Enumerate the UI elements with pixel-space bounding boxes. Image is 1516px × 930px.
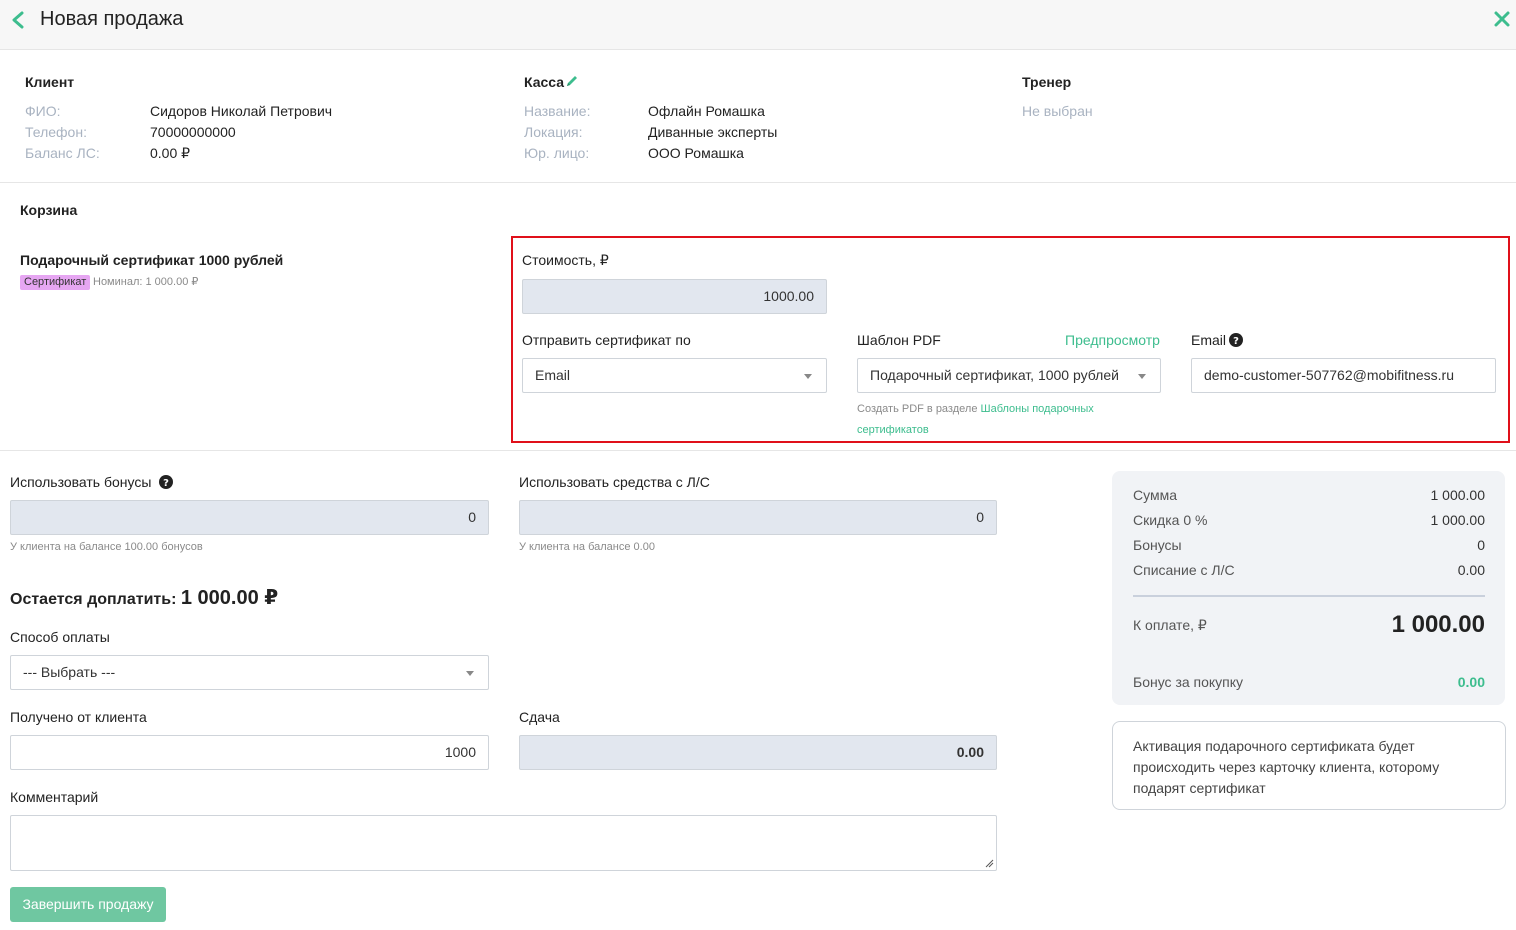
summary-discount-label: Скидка 0 % — [1133, 512, 1208, 528]
trainer-value: Не выбран — [1022, 103, 1093, 119]
remaining-label: Остается доплатить: — [10, 591, 177, 608]
page-header: Новая продажа — [0, 0, 1516, 50]
kassa-name-value: Офлайн Ромашка — [648, 103, 765, 119]
client-balance-label: Баланс ЛС: — [25, 145, 100, 161]
use-account-input[interactable]: 0 — [519, 500, 997, 535]
purchase-bonus-value: 0.00 — [1457, 674, 1485, 690]
email-input[interactable]: demo-customer-507762@mobifitness.ru — [1191, 358, 1496, 393]
pdf-template-select[interactable]: Подарочный сертификат, 1000 рублей — [857, 358, 1161, 393]
summary-total-value: 1 000.00 — [1391, 611, 1485, 638]
svg-text:?: ? — [163, 478, 169, 489]
pdf-template-value: Подарочный сертификат, 1000 рублей — [870, 367, 1119, 383]
kassa-location-label: Локация: — [524, 124, 583, 140]
payment-method-value: --- Выбрать --- — [23, 664, 116, 680]
pencil-icon[interactable] — [565, 74, 579, 88]
send-method-select[interactable]: Email — [522, 358, 827, 393]
divider — [0, 450, 1516, 451]
send-method-value: Email — [535, 367, 571, 383]
use-account-label: Использовать средства с Л/С — [519, 474, 710, 490]
comment-label: Комментарий — [10, 789, 99, 805]
summary-sum-value: 1 000.00 — [1430, 487, 1486, 503]
back-arrow-icon[interactable] — [10, 10, 26, 30]
kassa-section-title: Касса — [524, 74, 565, 90]
use-bonus-input[interactable]: 0 — [10, 500, 489, 535]
client-section-title: Клиент — [25, 74, 75, 90]
pdf-template-hint: Создать PDF в разделе Шаблоны подарочных… — [857, 399, 1094, 441]
client-fio-label: ФИО: — [25, 103, 61, 119]
kassa-name-label: Название: — [524, 103, 591, 119]
cost-input[interactable]: 1000.00 — [522, 279, 827, 314]
summary-bonus-value: 0 — [1477, 537, 1485, 553]
change-label: Сдача — [519, 709, 560, 725]
kassa-entity-label: Юр. лицо: — [524, 145, 590, 161]
comment-textarea[interactable] — [10, 815, 997, 871]
chevron-down-icon — [804, 374, 812, 379]
kassa-entity-value: ООО Ромашка — [648, 145, 744, 161]
pdf-hint-text: Создать PDF в разделе — [857, 403, 978, 415]
summary-divider — [1133, 595, 1485, 597]
certificate-templates-link[interactable]: Шаблоны подарочных — [981, 403, 1094, 415]
payment-method-select[interactable]: --- Выбрать --- — [10, 655, 489, 690]
account-balance-hint: У клиента на балансе 0.00 — [519, 541, 655, 553]
cart-item-name: Подарочный сертификат 1000 рублей — [20, 252, 284, 268]
chevron-down-icon — [1138, 374, 1146, 379]
received-input[interactable]: 1000 — [10, 735, 489, 770]
send-method-label: Отправить сертификат по — [522, 332, 691, 348]
summary-writeoff-value: 0.00 — [1457, 562, 1485, 578]
remaining-amount: 1 000.00 ₽ — [180, 587, 279, 609]
summary-card: Сумма 1 000.00 Скидка 0 % 1 000.00 Бонус… — [1112, 471, 1505, 705]
cost-label: Стоимость, ₽ — [522, 252, 609, 268]
bonus-balance-hint: У клиента на балансе 100.00 бонусов — [10, 541, 203, 553]
pdf-template-label: Шаблон PDF — [857, 332, 941, 348]
page-title: Новая продажа — [40, 8, 184, 30]
cart-section-title: Корзина — [20, 202, 78, 218]
client-fio-value: Сидоров Николай Петрович — [150, 103, 333, 119]
email-label: Email — [1191, 332, 1227, 348]
use-bonus-label: Использовать бонусы — [10, 474, 152, 490]
preview-link[interactable]: Предпросмотр — [1065, 332, 1160, 348]
activation-note: Активация подарочного сертификата будет … — [1112, 721, 1506, 810]
divider — [0, 182, 1516, 183]
question-circle-icon[interactable]: ? — [159, 475, 173, 489]
complete-sale-button[interactable]: Завершить продажу — [10, 887, 166, 922]
close-icon[interactable] — [1493, 10, 1511, 28]
cart-item-nominal: Номинал: 1 000.00 ₽ — [93, 276, 199, 288]
svg-text:?: ? — [1233, 336, 1239, 347]
purchase-bonus-label: Бонус за покупку — [1133, 674, 1244, 690]
certificate-templates-link-cont[interactable]: сертификатов — [857, 424, 929, 436]
client-phone-label: Телефон: — [25, 124, 87, 140]
client-phone-value: 70000000000 — [150, 124, 236, 140]
received-label: Получено от клиента — [10, 709, 147, 725]
summary-discount-value: 1 000.00 — [1430, 512, 1486, 528]
summary-writeoff-label: Списание с Л/С — [1133, 562, 1235, 578]
remaining-to-pay: Остается доплатить: 1 000.00 ₽ — [10, 585, 278, 610]
chevron-down-icon — [466, 671, 474, 676]
summary-total-label: К оплате, ₽ — [1133, 617, 1207, 633]
resize-handle-icon[interactable] — [984, 858, 994, 868]
certificate-badge: Сертификат — [20, 275, 91, 290]
payment-method-label: Способ оплаты — [10, 629, 110, 645]
question-circle-icon[interactable]: ? — [1229, 333, 1243, 347]
trainer-section-title: Тренер — [1022, 74, 1072, 90]
change-input[interactable]: 0.00 — [519, 735, 997, 770]
summary-bonus-label: Бонусы — [1133, 537, 1182, 553]
client-balance-value: 0.00 ₽ — [150, 145, 191, 161]
summary-sum-label: Сумма — [1133, 487, 1177, 503]
kassa-location-value: Диванные эксперты — [648, 124, 778, 140]
